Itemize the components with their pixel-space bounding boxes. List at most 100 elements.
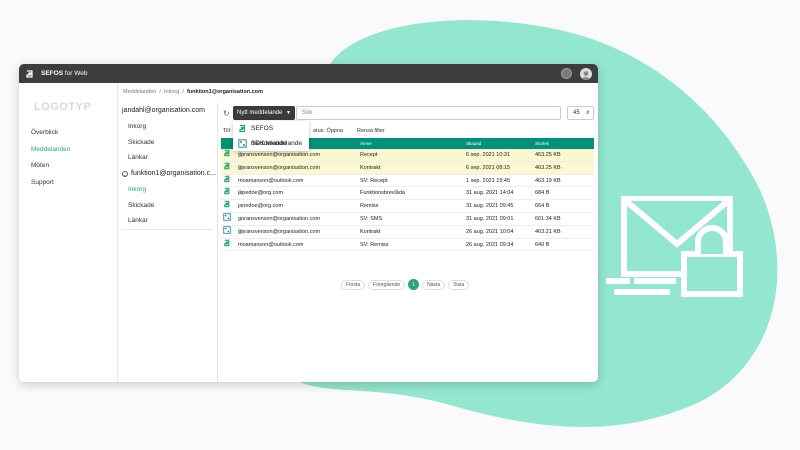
divider xyxy=(122,229,213,231)
row-size: 463.25 KB xyxy=(535,164,561,171)
table-row[interactable]: moamanson@outlook.com SV: Remiss 26 aug. 2… xyxy=(221,239,594,252)
folder-sent[interactable]: Skickade xyxy=(118,135,217,151)
attachment-icon: 📎 xyxy=(238,164,245,171)
row-date: 26 aug. 2021 10:04 xyxy=(466,228,514,235)
menu-item-sefos[interactable]: SEFOS meddelande xyxy=(233,121,309,147)
caret-down-icon: ▼ xyxy=(286,110,291,116)
select-arrows-icon: ⇵ xyxy=(585,110,590,116)
filter-to[interactable]: Till: xyxy=(223,125,231,137)
row-from: janedoe@org.com xyxy=(238,203,284,210)
account-header[interactable]: jandahl@organisation.com xyxy=(118,103,217,119)
table-row[interactable]: janedoe@org.com Remiss 31 aug. 2021 09:45 6… xyxy=(221,200,594,213)
breadcrumb-current: funktion1@organisation.com xyxy=(186,89,263,95)
row-date: 31 aug. 2021 09:01 xyxy=(466,215,514,222)
folder-links[interactable]: Länkar xyxy=(118,150,217,166)
title-bar: SEFOS for Web xyxy=(19,64,598,83)
app-window: SEFOS for Web LOGOTYP Överblick Meddelan… xyxy=(19,64,598,382)
page-prev-button[interactable]: Föregående xyxy=(368,279,406,290)
header-size[interactable]: Storlek xyxy=(535,138,549,149)
chevron-down-icon[interactable]: ⌄ xyxy=(122,171,128,178)
sdk-icon xyxy=(223,226,231,240)
row-subject: Funktionsbrevlåda xyxy=(360,190,405,197)
row-size: 640 B xyxy=(535,241,550,248)
logo: LOGOTYP xyxy=(34,101,92,113)
table-row[interactable]: 📎 goransvenson@organisation.com Kontrakt 26… xyxy=(221,226,594,239)
folder-panel: jandahl@organisation.com Inkorg Skickade… xyxy=(118,103,218,382)
row-size: 664 B xyxy=(535,203,550,210)
row-date: 1 sep. 2021 15:45 xyxy=(466,177,511,184)
header-created[interactable]: Skapad xyxy=(466,138,481,149)
row-from: moamanson@outlook.com xyxy=(238,177,304,184)
attachment-icon: 📎 xyxy=(238,228,245,235)
row-date: 31 aug. 2021 14:04 xyxy=(466,190,514,197)
table-row[interactable]: moamanson@outlook.com SV: Recept 1 sep. 20… xyxy=(221,175,594,188)
breadcrumb-messages[interactable]: Meddelanden xyxy=(123,89,156,95)
folder-links-function[interactable]: Länkar xyxy=(118,213,217,229)
new-message-menu: SEFOS meddelande SDK meddelande xyxy=(233,121,309,151)
refresh-icon[interactable]: ↻ xyxy=(223,109,230,118)
page-next-button[interactable]: Nästa xyxy=(422,279,446,290)
row-subject: Recept xyxy=(360,152,378,158)
page-current-button[interactable]: 1 xyxy=(408,279,420,290)
sefos-logo-icon xyxy=(26,69,33,78)
row-subject: Kontrakt xyxy=(360,228,381,235)
row-date: 6 sep. 2021 10:31 xyxy=(466,152,511,158)
sdk-icon xyxy=(223,213,231,227)
message-table: Ämne Skapad Storlek 📎 goransvenson@organi… xyxy=(221,138,594,252)
header-subject[interactable]: Ämne xyxy=(360,138,372,149)
search-input[interactable]: Sök xyxy=(296,106,561,120)
sdk-icon xyxy=(238,139,247,148)
breadcrumb-inbox[interactable]: Inkorg xyxy=(164,89,179,95)
settings-icon[interactable] xyxy=(561,68,572,79)
avatar[interactable] xyxy=(580,67,592,80)
table-row[interactable]: goransvenson@organisation.com SV: SMS 31 a… xyxy=(221,213,594,226)
pagination: Första Föregående 1 Nästa Sista xyxy=(341,279,470,290)
sefos-icon xyxy=(223,162,231,176)
sidebar-item-support[interactable]: Support xyxy=(31,175,70,192)
row-subject: Remiss xyxy=(360,203,379,210)
row-date: 31 aug. 2021 09:45 xyxy=(466,203,514,210)
page-size-select[interactable]: 45 ⇵ xyxy=(567,106,594,120)
row-subject: SV: Remiss xyxy=(360,241,389,248)
folder-inbox[interactable]: Inkorg xyxy=(118,119,217,135)
row-date: 6 sep. 2021 08:15 xyxy=(466,164,511,171)
sefos-icon xyxy=(223,149,231,163)
filter-status[interactable]: atus: Öppna xyxy=(313,125,343,137)
row-size: 463.25 KB xyxy=(535,152,561,158)
menu-item-sdk[interactable]: SDK meddelande xyxy=(233,136,309,151)
row-subject: SV: Recept xyxy=(360,177,388,184)
breadcrumb: Meddelanden / Inkorg / funktion1@organis… xyxy=(123,89,263,95)
attachment-icon: 📎 xyxy=(238,190,245,197)
account-header-function[interactable]: ⌄ funktion1@organisation.c... xyxy=(118,166,217,182)
row-from: 📎 goransvenson@organisation.com xyxy=(238,226,320,239)
sefos-icon xyxy=(239,124,246,133)
table-row[interactable]: 📎 janedoe@org.com Funktionsbrevlåda 31 aug.… xyxy=(221,187,594,201)
row-size: 601.34 KB xyxy=(535,215,561,222)
sefos-icon xyxy=(223,175,231,189)
sefos-icon xyxy=(223,239,231,253)
page-first-button[interactable]: Första xyxy=(341,279,366,290)
folder-sent-function[interactable]: Skickade xyxy=(118,198,217,214)
clear-filter-button[interactable]: Rensa filter xyxy=(357,125,385,137)
sidebar-item-meetings[interactable]: Möten xyxy=(31,158,70,175)
app-title: SEFOS for Web xyxy=(41,70,88,77)
sefos-icon xyxy=(223,187,231,201)
sefos-icon xyxy=(223,200,231,214)
mail-lock-icon xyxy=(606,196,743,297)
row-subject: SV: SMS xyxy=(360,215,383,222)
page-last-button[interactable]: Sista xyxy=(448,279,470,290)
row-size: 463.19 KB xyxy=(535,177,561,184)
row-from: moamanson@outlook.com xyxy=(238,241,304,248)
message-list-panel: ↻ Nytt meddelande ▼ Sök 45 ⇵ Till: atus: Ö… xyxy=(219,103,598,382)
new-message-button[interactable]: Nytt meddelande ▼ xyxy=(233,106,295,120)
row-size: 463.21 KB xyxy=(535,228,561,235)
sidebar: LOGOTYP Överblick Meddelanden Möten Supp… xyxy=(19,83,118,382)
sidebar-item-overview[interactable]: Överblick xyxy=(31,125,70,142)
folder-inbox-function[interactable]: Inkorg xyxy=(118,182,217,198)
row-from: goransvenson@organisation.com xyxy=(238,215,321,222)
row-subject: Kontrakt xyxy=(360,164,381,171)
row-from: 📎 janedoe@org.com xyxy=(238,187,283,200)
sidebar-item-messages[interactable]: Meddelanden xyxy=(31,142,70,159)
row-date: 26 aug. 2021 09:34 xyxy=(466,241,514,248)
table-row[interactable]: 📎 goransvenson@organisation.com Kontrakt 6 … xyxy=(221,161,594,176)
